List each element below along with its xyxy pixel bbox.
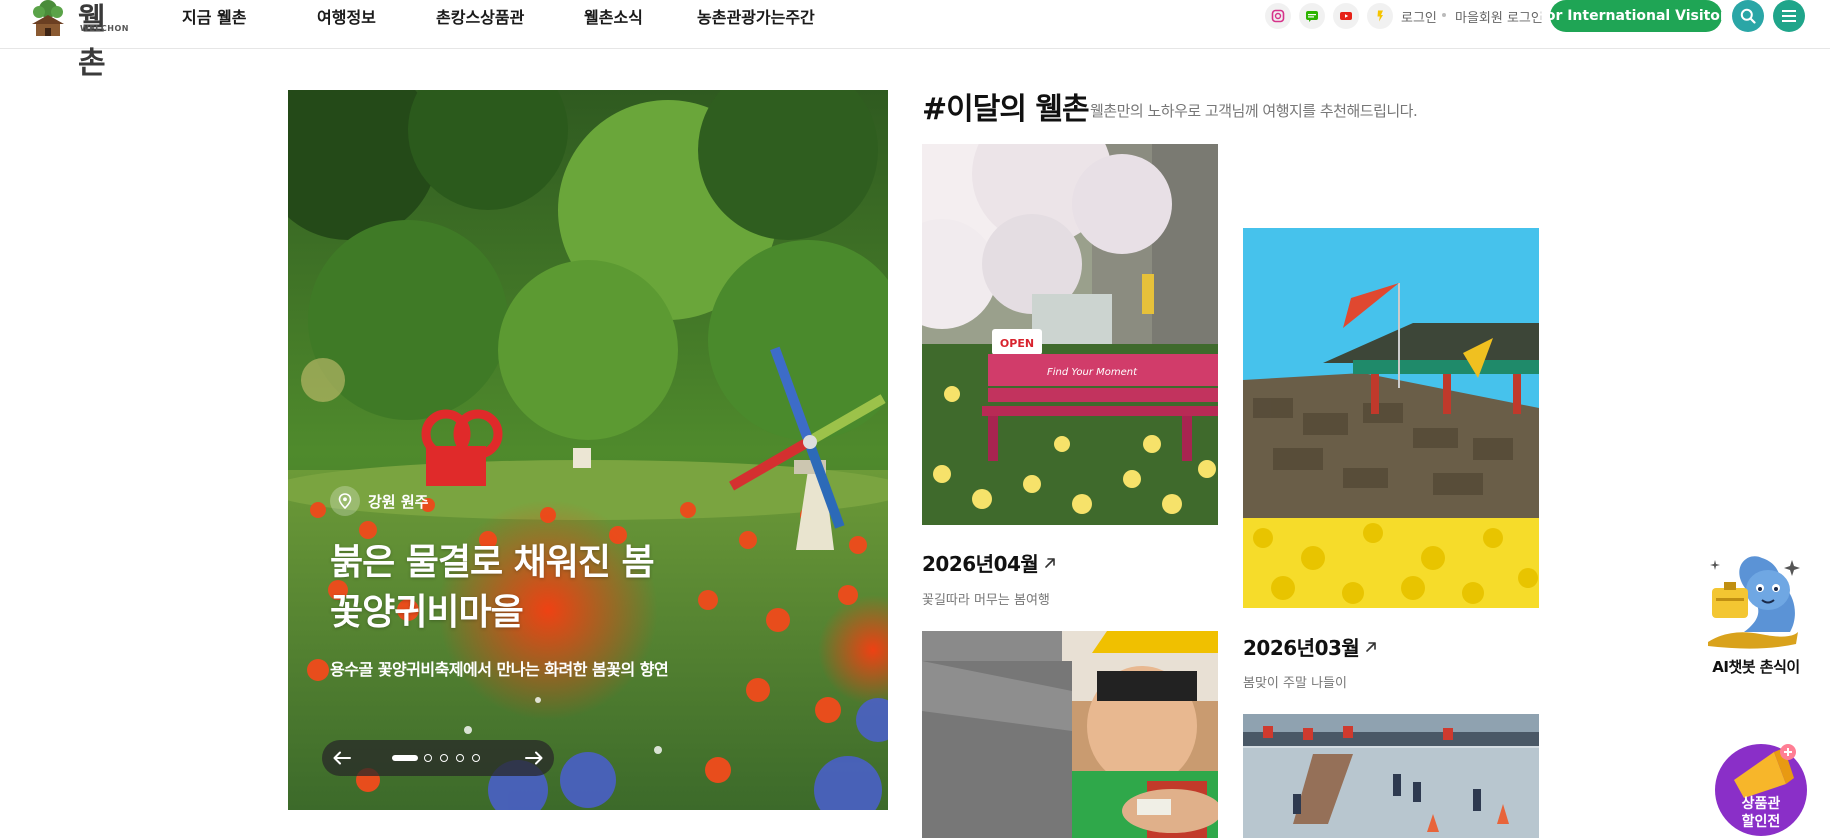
card-image-previous[interactable]: [922, 631, 1218, 838]
hero-slider[interactable]: 강원 원주 붉은 물결로 채워진 봄 꽃양귀비마을 용수골 꽃양귀비축제에서 만…: [288, 90, 888, 810]
hero-poppy-field-image: [288, 90, 888, 810]
open-sign-text: OPEN: [1000, 337, 1034, 350]
site-header: 웰촌 WELCHON 지금 웰촌 여행정보 촌캉스상품관 웰촌소식 농촌관광가는…: [0, 0, 1830, 81]
arrow-right-icon: [525, 751, 543, 765]
monthly-welchon-title: #이달의 웰촌: [922, 92, 1090, 127]
prev-slide-button[interactable]: [328, 744, 356, 772]
nav-item-now-welchon[interactable]: 지금 웰촌: [182, 4, 246, 28]
ice-festival-image: [1243, 714, 1539, 838]
chatbot-label: AI챗봇 촌식이: [1712, 658, 1800, 676]
nav-item-chonkangs-shop[interactable]: 촌캉스상품관: [436, 4, 524, 28]
slide-indicator[interactable]: [456, 754, 464, 762]
card-month-march[interactable]: 2026년03월: [1243, 632, 1360, 661]
chatbot-mascot-icon: [1708, 556, 1800, 649]
fortress-pavilion-image: [1243, 228, 1539, 608]
instagram-icon[interactable]: [1265, 3, 1291, 29]
hero-location-text: 강원 원주: [368, 492, 429, 511]
logo-subtext: WELCHON: [80, 24, 129, 33]
logo-house-tree-icon: [32, 0, 64, 36]
search-icon: [1740, 8, 1756, 24]
nav-item-travel-info[interactable]: 여행정보: [317, 4, 376, 28]
nav-item-welchon-news[interactable]: 웰촌소식: [584, 4, 643, 28]
slide-indicator[interactable]: [424, 754, 432, 762]
arrow-up-right-icon[interactable]: [1043, 556, 1057, 570]
hero-description: 용수골 꽃양귀비축제에서 만나는 화려한 봄꽃의 향연: [330, 660, 669, 679]
card-subtitle-april: 꽃길따라 머무는 봄여행: [922, 593, 1050, 608]
card-subtitle-march: 봄맞이 주말 나들이: [1243, 676, 1347, 691]
monthly-welchon-description: 웰촌만의 노하우로 고객님께 여행지를 추천해드립니다.: [1090, 102, 1418, 120]
child-cooking-image: [922, 631, 1218, 838]
menu-button[interactable]: [1773, 0, 1805, 32]
next-slide-button[interactable]: [520, 744, 548, 772]
slide-indicator[interactable]: [440, 754, 448, 762]
search-button[interactable]: [1732, 0, 1764, 32]
separator-dot: [1442, 13, 1446, 17]
hero-title[interactable]: 붉은 물결로 채워진 봄 꽃양귀비마을: [330, 538, 850, 638]
arrow-left-icon: [333, 751, 351, 765]
card-image-april[interactable]: OPEN Find Your Moment: [922, 144, 1218, 525]
promo-label-line-2: 할인전: [1741, 814, 1781, 830]
arrow-up-right-icon[interactable]: [1364, 640, 1378, 654]
promo-label-line-1: 상품관: [1741, 796, 1781, 812]
hero-title-line-2: 꽃양귀비마을: [330, 592, 524, 633]
site-logo[interactable]: 웰촌 WELCHON: [28, 0, 129, 81]
login-link[interactable]: 로그인: [1401, 7, 1437, 26]
card-image-previous-2[interactable]: [1243, 714, 1539, 838]
hero-location: 강원 원주: [330, 486, 428, 516]
kakao-story-icon[interactable]: [1367, 3, 1393, 29]
shop-discount-promo-button[interactable]: 상품관 할인전: [1714, 738, 1808, 838]
card-month-april[interactable]: 2026년04월: [922, 548, 1039, 577]
slide-indicator-active[interactable]: [392, 755, 418, 761]
logo-text: 웰촌: [78, 2, 106, 81]
card-image-march[interactable]: [1243, 228, 1539, 608]
hamburger-icon: [1782, 10, 1796, 22]
hero-title-line-1: 붉은 물결로 채워진 봄: [330, 542, 655, 583]
location-pin-icon: [330, 486, 360, 516]
bench-cherry-blossom-image: OPEN Find Your Moment: [922, 144, 1218, 525]
nav-item-rural-tour-week[interactable]: 농촌관광가는주간: [697, 4, 815, 28]
youtube-icon[interactable]: [1333, 3, 1359, 29]
bench-text: Find Your Moment: [1047, 367, 1138, 378]
ai-chatbot-button[interactable]: AI챗봇 촌식이: [1700, 548, 1812, 678]
slide-indicator[interactable]: [472, 754, 480, 762]
blog-icon[interactable]: [1299, 3, 1325, 29]
village-member-login-link[interactable]: 마을회원 로그인: [1455, 7, 1543, 26]
international-visitors-button[interactable]: For International Visitors: [1537, 0, 1735, 32]
hero-slider-controls: [322, 740, 554, 776]
